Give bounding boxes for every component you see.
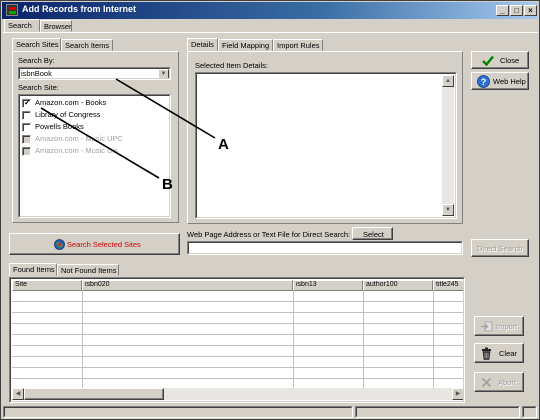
add-records-window: Add Records from Internet _ □ × Search B… (0, 0, 540, 420)
tab-search-sites[interactable]: Search Sites (12, 38, 61, 51)
tab-found-items[interactable]: Found Items (9, 263, 57, 276)
callout-line-b (40, 107, 160, 179)
tab-search[interactable]: Search (4, 19, 40, 32)
callout-label-a: A (218, 136, 229, 153)
callout-label-b: B (162, 176, 173, 193)
callout-lines (40, 78, 216, 179)
callout-line-a (115, 78, 216, 139)
tab-details[interactable]: Details (187, 38, 218, 51)
